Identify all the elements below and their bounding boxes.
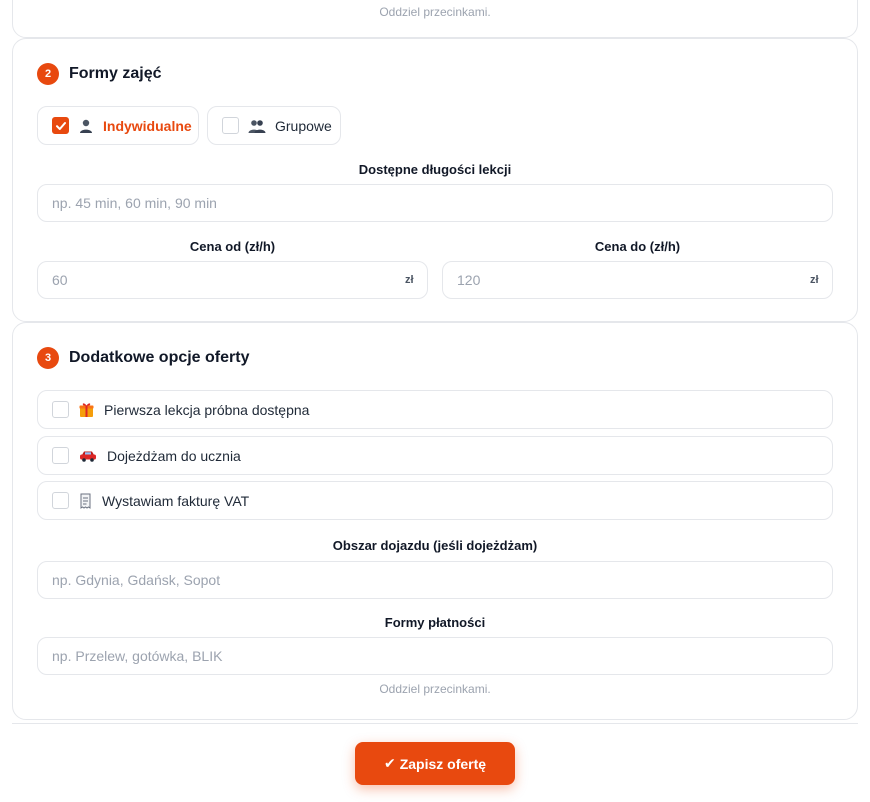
option-label: Wystawiam fakturę VAT [102, 492, 250, 509]
price-to-label: Cena do (zł/h) [594, 239, 681, 254]
section-title: Formy zajęć [69, 65, 162, 82]
option-trial-lesson[interactable]: Pierwsza lekcja próbna dostępna [37, 390, 833, 429]
option-label: Dojeżdżam do ucznia [107, 447, 241, 464]
price-from-label: Cena od (zł/h) [189, 239, 276, 254]
price-from-input[interactable] [37, 261, 428, 299]
checkmark-icon: ✔ [383, 755, 396, 771]
previous-section-card: Oddziel przecinkami. [12, 0, 858, 38]
checkbox[interactable] [52, 492, 69, 509]
lesson-lengths-input[interactable] [37, 184, 833, 222]
lesson-lengths-label: Dostępne długości lekcji [358, 162, 512, 177]
section-title: Dodatkowe opcje oferty [69, 349, 250, 366]
payment-methods-input[interactable] [37, 637, 833, 675]
extra-options-section: 3 Dodatkowe opcje oferty Pierwsza lekcja… [12, 322, 858, 720]
checkbox[interactable] [222, 117, 239, 134]
travel-area-input[interactable] [37, 561, 833, 599]
lesson-forms-section: 2 Formy zajęć Indywidualne Grupowe Dostę… [12, 38, 858, 322]
gift-icon [79, 402, 94, 418]
lesson-forms-header: 2 Formy zajęć [37, 63, 161, 85]
price-to-currency: zł [810, 274, 819, 286]
top-hint: Oddziel przecinkami. [379, 5, 491, 19]
step-badge: 3 [37, 347, 59, 369]
step-badge: 2 [37, 63, 59, 85]
group-icon [248, 118, 266, 134]
form-option-group[interactable]: Grupowe [207, 106, 341, 145]
form-option-individual[interactable]: Indywidualne [37, 106, 199, 145]
checkbox[interactable] [52, 401, 69, 418]
form-option-label: Indywidualne [103, 117, 192, 134]
price-to-input[interactable] [442, 261, 833, 299]
check-icon [55, 121, 66, 130]
save-offer-label: Zapisz ofertę [399, 755, 487, 772]
save-offer-button[interactable]: ✔ Zapisz ofertę [355, 742, 515, 785]
travel-area-label: Obszar dojazdu (jeśli dojeżdżam) [332, 538, 538, 553]
receipt-icon [79, 493, 92, 509]
car-icon [79, 449, 97, 463]
payment-methods-hint: Oddziel przecinkami. [379, 682, 491, 696]
option-vat-invoice[interactable]: Wystawiam fakturę VAT [37, 481, 833, 520]
form-option-label: Grupowe [275, 117, 332, 134]
person-icon [78, 118, 94, 134]
checkbox[interactable] [52, 447, 69, 464]
payment-methods-label: Formy płatności [384, 615, 486, 630]
option-travel-to-student[interactable]: Dojeżdżam do ucznia [37, 436, 833, 475]
footer-divider [12, 723, 858, 724]
price-from-currency: zł [405, 274, 414, 286]
option-label: Pierwsza lekcja próbna dostępna [104, 401, 310, 418]
checkbox-checked[interactable] [52, 117, 69, 134]
extra-options-header: 3 Dodatkowe opcje oferty [37, 347, 249, 369]
